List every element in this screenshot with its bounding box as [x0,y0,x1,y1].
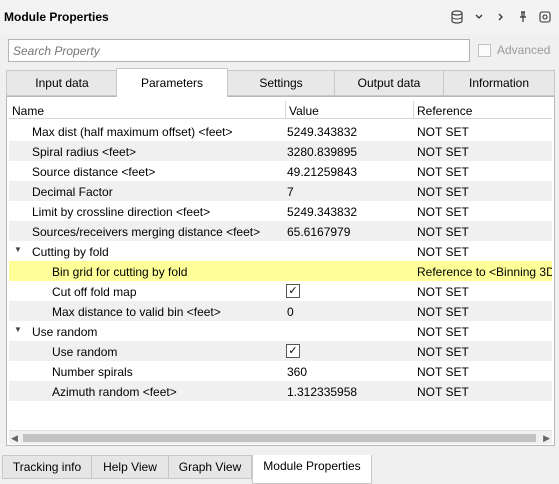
search-input[interactable] [8,39,470,62]
table-row[interactable]: Max distance to valid bin <feet> 0 NOT S… [9,301,552,321]
property-name: Use random [52,345,118,359]
table-row-selected[interactable]: Bin grid for cutting by fold Reference t… [9,261,552,281]
bottom-tabs: Tracking info Help View Graph View Modul… [0,455,559,484]
table-row[interactable]: Spiral radius <feet> 3280.839895 NOT SET [9,141,552,161]
column-header-reference[interactable]: Reference [417,104,472,118]
property-name: Number spirals [52,365,133,379]
search-row: Advanced [8,39,553,63]
database-icon[interactable] [449,8,465,26]
property-reference[interactable]: NOT SET [417,365,552,379]
property-reference[interactable]: NOT SET [417,225,552,239]
tab-tracking-info[interactable]: Tracking info [2,455,92,479]
property-name: Azimuth random <feet> [52,385,177,399]
column-header-value[interactable]: Value [289,104,319,118]
property-value[interactable]: 49.21259843 [287,165,407,179]
property-reference[interactable]: NOT SET [417,185,552,199]
property-name: Sources/receivers merging distance <feet… [32,225,261,239]
scrollbar-thumb[interactable] [23,434,536,442]
property-name: Max distance to valid bin <feet> [52,305,221,319]
table-row[interactable]: Number spirals 360 NOT SET [9,361,552,381]
column-header-name[interactable]: Name [12,104,44,118]
advanced-checkbox[interactable] [478,43,491,57]
column-divider[interactable] [413,101,414,119]
use-random-checkbox[interactable]: ✓ [286,344,300,358]
table-row[interactable]: Cut off fold map ✓ NOT SET [9,281,552,301]
group-row-cutting-by-fold[interactable]: ▼ Cutting by fold NOT SET [9,241,552,261]
horizontal-scrollbar[interactable]: ◀ ▶ [9,430,552,444]
property-value[interactable]: 65.6167979 [287,225,407,239]
tab-parameters[interactable]: Parameters [116,68,228,97]
property-name: Limit by crossline direction <feet> [32,205,211,219]
property-value[interactable]: 5249.343832 [287,205,407,219]
scroll-right-icon[interactable]: ▶ [543,433,550,444]
scroll-left-icon[interactable]: ◀ [11,433,18,444]
tab-graph-view[interactable]: Graph View [168,455,252,479]
property-value[interactable]: 5249.343832 [287,125,407,139]
property-reference[interactable]: Reference to <Binning 3D [417,265,552,279]
property-name: Spiral radius <feet> [32,145,137,159]
pin-icon[interactable] [515,8,531,26]
group-name: Cutting by fold [32,245,109,259]
tab-settings[interactable]: Settings [227,70,335,96]
property-value[interactable]: 1.312335958 [287,385,407,399]
cut-off-fold-map-checkbox[interactable]: ✓ [286,284,300,298]
settings-icon[interactable] [537,8,553,26]
expand-chevron-icon[interactable]: ▼ [14,245,22,254]
property-reference[interactable]: NOT SET [417,245,552,259]
property-name: Source distance <feet> [32,165,156,179]
property-name: Decimal Factor [32,185,113,199]
property-grid-panel: Name Value Reference Max dist (half maxi… [6,96,555,446]
property-value[interactable]: 3280.839895 [287,145,407,159]
grid-rows: Max dist (half maximum offset) <feet> 52… [9,121,552,401]
table-row[interactable]: Azimuth random <feet> 1.312335958 NOT SE… [9,381,552,401]
property-value[interactable]: 7 [287,185,407,199]
window-title: Module Properties [4,10,109,24]
advanced-label: Advanced [497,43,551,57]
chevron-right-icon[interactable] [493,8,509,26]
property-tabs: Input data Parameters Settings Output da… [6,68,555,97]
property-reference[interactable]: NOT SET [417,385,552,399]
property-reference[interactable]: NOT SET [417,205,552,219]
property-reference[interactable]: NOT SET [417,345,552,359]
table-row[interactable]: Decimal Factor 7 NOT SET [9,181,552,201]
property-reference[interactable]: NOT SET [417,325,552,339]
chevron-down-icon[interactable] [471,8,487,26]
table-row[interactable]: Source distance <feet> 49.21259843 NOT S… [9,161,552,181]
tab-information[interactable]: Information [443,70,555,96]
table-row[interactable]: Sources/receivers merging distance <feet… [9,221,552,241]
property-reference[interactable]: NOT SET [417,145,552,159]
property-reference[interactable]: NOT SET [417,305,552,319]
table-row[interactable]: Use random ✓ NOT SET [9,341,552,361]
property-value[interactable]: 0 [287,305,407,319]
tab-input-data[interactable]: Input data [6,70,118,96]
property-reference[interactable]: NOT SET [417,125,552,139]
table-row[interactable]: Max dist (half maximum offset) <feet> 52… [9,121,552,141]
tab-module-properties[interactable]: Module Properties [252,455,372,484]
tab-help-view[interactable]: Help View [91,455,169,479]
property-value[interactable]: 360 [287,365,407,379]
property-reference[interactable]: NOT SET [417,165,552,179]
title-bar: Module Properties [0,0,559,34]
table-row[interactable]: Limit by crossline direction <feet> 5249… [9,201,552,221]
property-name: Max dist (half maximum offset) <feet> [32,125,233,139]
group-row-use-random[interactable]: ▼ Use random NOT SET [9,321,552,341]
advanced-toggle[interactable]: Advanced [478,43,550,57]
expand-chevron-icon[interactable]: ▼ [14,325,22,334]
grid-header: Name Value Reference [9,101,552,119]
property-name: Bin grid for cutting by fold [52,265,188,279]
property-name: Cut off fold map [52,285,137,299]
column-divider[interactable] [285,101,286,119]
group-name: Use random [32,325,98,339]
property-reference[interactable]: NOT SET [417,285,552,299]
tab-output-data[interactable]: Output data [334,70,444,96]
title-toolbar [449,8,553,26]
